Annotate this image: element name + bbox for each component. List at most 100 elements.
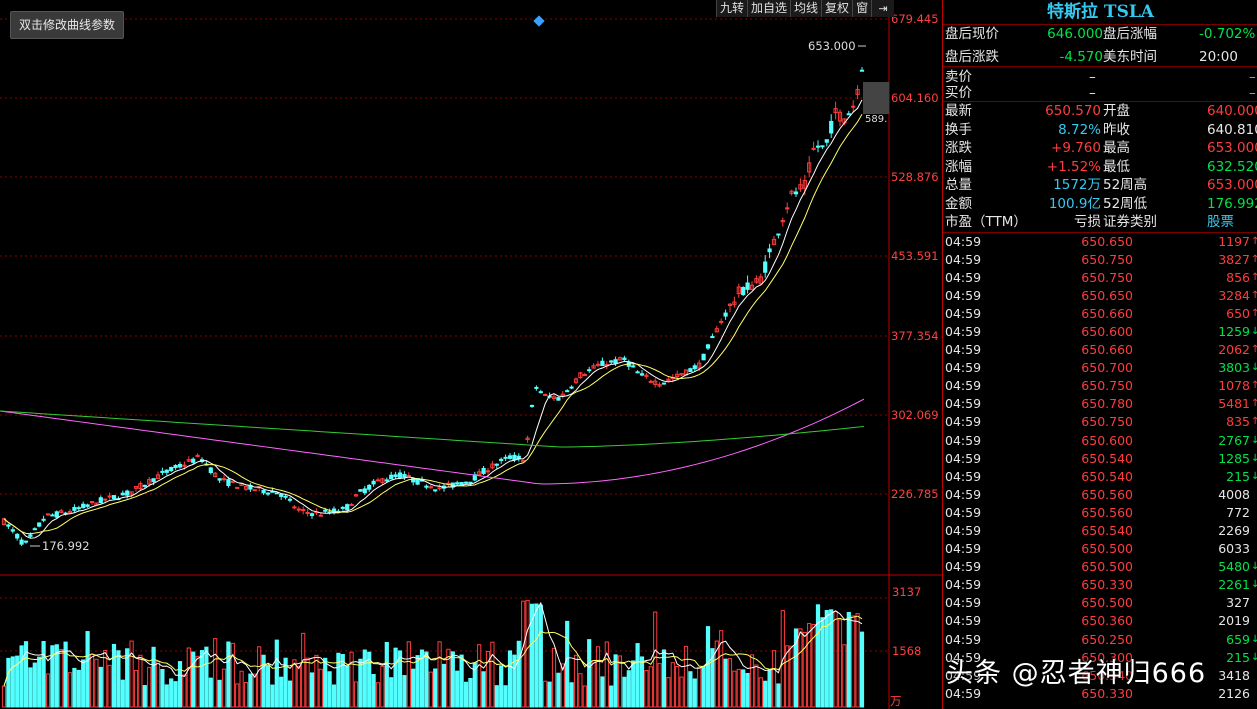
candle-body <box>705 344 711 349</box>
toolbar-add-watchlist-button[interactable]: 加自选 <box>747 0 791 17</box>
tick-price: 650.540 <box>1081 450 1133 466</box>
volume-bar <box>428 671 433 708</box>
stat-label: 涨幅 <box>945 158 972 175</box>
tick-volume: 3418 <box>1218 667 1250 683</box>
candle-body <box>283 495 288 498</box>
tick-row: 04:59 650.650 3284 ↑ <box>943 287 1257 305</box>
tick-time: 04:59 <box>945 631 982 647</box>
candle-body <box>45 513 51 516</box>
volume-bar <box>371 674 376 708</box>
volume-bar <box>688 671 693 708</box>
candle-body <box>534 386 539 389</box>
volume-bar <box>697 666 702 708</box>
candle-body <box>28 534 33 537</box>
toolbar-adjust-button[interactable]: 复权 <box>821 0 853 17</box>
tick-direction-icon: ↓ <box>1251 470 1257 482</box>
volume-bar <box>851 615 856 708</box>
candle-body <box>19 539 24 545</box>
candle-body <box>763 261 768 273</box>
ask-row: 卖价 – – <box>943 69 1257 85</box>
volume-bar <box>6 657 11 708</box>
candle-body <box>692 365 697 370</box>
candle-body <box>661 382 667 385</box>
stats-row: 市盈（TTM） 亏损 证券类别 股票 <box>943 213 1257 232</box>
candle-body <box>785 207 790 210</box>
candle-body <box>221 478 227 481</box>
tick-time: 04:59 <box>945 577 982 593</box>
stat-label: 最新 <box>945 103 972 119</box>
volume-bar <box>270 684 275 708</box>
tick-time: 04:59 <box>945 541 982 557</box>
volume-bar <box>802 631 807 708</box>
candle-body <box>345 504 350 510</box>
volume-bar <box>186 647 191 708</box>
candle-body <box>529 404 535 407</box>
tick-row: 04:59 650.600 2767 ↓ <box>943 432 1257 450</box>
candle-body <box>111 495 117 500</box>
stat-value: 653.000 <box>1207 140 1257 156</box>
tick-time: 04:59 <box>945 613 982 629</box>
volume-bar <box>301 632 306 708</box>
tick-price: 650.500 <box>1081 541 1133 557</box>
candle-body <box>723 312 728 317</box>
volume-bar <box>336 652 341 708</box>
candle-body <box>362 488 367 494</box>
volume-bar <box>683 645 689 708</box>
exit-icon[interactable]: ⇥ <box>871 0 895 17</box>
volume-bar <box>406 641 411 708</box>
volume-bar <box>767 669 772 708</box>
candle-body <box>349 503 354 506</box>
tick-row: 04:59 650.540 2269 <box>943 522 1257 540</box>
edit-curve-params-button[interactable]: 双击修改曲线参数 <box>10 11 124 39</box>
volume-bar <box>32 662 37 708</box>
volume-bar <box>604 641 609 708</box>
tick-row: 04:59 650.360 2019 <box>943 612 1257 630</box>
tick-time: 04:59 <box>945 305 982 321</box>
candle-body <box>389 474 394 480</box>
volume-bar <box>208 677 213 708</box>
tick-direction-icon: ↑ <box>1251 380 1257 392</box>
volume-bar <box>789 645 794 708</box>
candle-body <box>305 511 310 514</box>
candle-body <box>191 458 196 463</box>
stat-value: +9.760 <box>1051 140 1101 156</box>
candle-body <box>177 463 183 468</box>
tick-row: 04:59 650.500 5480 ↓ <box>943 558 1257 576</box>
stats-row: 涨跌 +9.760最高 653.000 <box>943 139 1257 158</box>
volume-bar <box>59 648 64 708</box>
tick-volume: 4008 <box>1218 486 1250 502</box>
stat-value: +1.52% <box>1046 158 1101 175</box>
tick-price: 650.600 <box>1081 432 1133 448</box>
candle-body <box>375 479 381 482</box>
volume-bar <box>569 682 574 708</box>
candlestick-chart[interactable]: 679.445 604.160 528.876 453.591 377.354 302.0… <box>0 0 942 709</box>
candle-body <box>600 360 605 367</box>
candle-body <box>745 282 750 290</box>
toolbar-moving-average-button[interactable]: 均线 <box>790 0 822 17</box>
stat-value: 640.000 <box>1207 103 1257 119</box>
stats-row: 换手 8.72%昨收 640.810 <box>943 121 1257 140</box>
volume-bar <box>701 666 706 708</box>
toolbar-window-button[interactable]: 窗 <box>852 0 872 17</box>
price-axis-label: 377.354 <box>891 329 939 343</box>
price-axis-label: 528.876 <box>891 170 939 184</box>
volume-bar <box>204 646 209 708</box>
volume-bar <box>252 673 257 708</box>
toolbar-jiuzhuan-button[interactable]: 九转 <box>716 0 748 17</box>
tick-price: 650.700 <box>1081 360 1133 376</box>
volume-bar <box>217 679 222 708</box>
candle-body <box>309 513 315 517</box>
after-hours-row: 盘后涨跌 -4.570 美东时间 20:00 <box>943 48 1257 67</box>
tick-volume: 650 <box>1226 305 1250 321</box>
candle-body <box>538 391 543 394</box>
high-price-label: 653.000 <box>808 39 856 53</box>
stat-value: 股票 <box>1207 214 1234 230</box>
tick-price: 650.500 <box>1081 559 1133 575</box>
volume-bar <box>859 631 865 708</box>
candle-body <box>292 506 297 509</box>
stat-value: 653.000 <box>1207 177 1257 193</box>
stat-label: 证券类别 <box>1103 214 1157 230</box>
volume-bar <box>512 654 517 708</box>
candle-body <box>459 482 464 486</box>
tick-row: 04:59 650.750 856 ↑ <box>943 269 1257 287</box>
